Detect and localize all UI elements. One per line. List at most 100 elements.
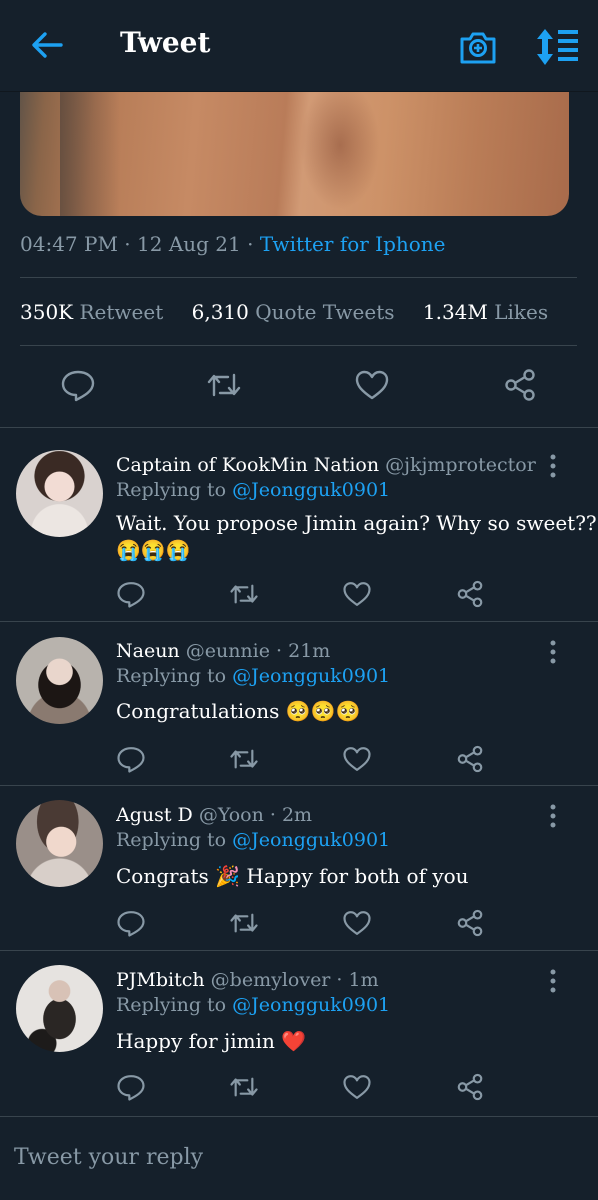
reply-text-emoji: 😭😭😭 [116,538,191,562]
comment-icon [117,747,145,773]
replying-to: Replying to @Jeongguk0901 [116,665,391,687]
share-button[interactable] [455,579,485,609]
reply-button[interactable] [116,579,146,609]
share-icon [505,369,535,401]
reply-text: Happy for jimin ❤️ [116,1029,307,1053]
share-button[interactable] [455,744,485,774]
retweet-icon [207,373,241,397]
reply-button[interactable] [116,744,146,774]
reply-author-handle: @Yoon · 2m [198,804,313,826]
reply-compose-bar [0,1116,598,1200]
retweet-icon [230,749,258,769]
avatar[interactable] [16,800,103,887]
like-button[interactable] [342,579,372,609]
reply-author-name[interactable]: Agust D [116,804,193,826]
comment-icon [117,1075,145,1101]
mention-link[interactable]: @Jeongguk0901 [232,665,390,687]
back-button[interactable] [30,28,64,62]
reply-header: PJMbitch @bemylover · 1m [116,969,536,991]
tweet-stats: 350K Retweet 6,310 Quote Tweets 1.34M Li… [20,300,570,324]
share-button[interactable] [455,1072,485,1102]
share-icon [457,745,483,773]
reply-input[interactable] [14,1137,574,1177]
tweet-meta: 04:47 PM · 12 Aug 21 · Twitter for Iphon… [20,232,446,256]
share-button[interactable] [455,908,485,938]
mention-link[interactable]: @Jeongguk0901 [232,829,390,851]
tweet-time: 04:47 PM [20,232,118,256]
reply-author-name[interactable]: Naeun [116,640,180,662]
like-button[interactable] [342,744,372,774]
retweet-stat[interactable]: 350K Retweet [20,300,192,324]
retweet-icon [230,913,258,933]
reply-actions [0,744,598,784]
share-button[interactable] [502,367,538,403]
mention-link[interactable]: @Jeongguk0901 [232,479,390,501]
avatar[interactable] [16,637,103,724]
comment-icon [61,370,95,402]
reply-item[interactable]: Naeun @eunnie · 21m Replying to @Jeonggu… [0,622,598,785]
tweet-date: 12 Aug 21 [137,232,241,256]
like-button[interactable] [342,908,372,938]
more-options-icon[interactable] [546,640,560,664]
likes-stat[interactable]: 1.34M Likes [423,300,570,324]
reply-button[interactable] [116,908,146,938]
reply-item[interactable]: Captain of KookMin Nation @jkjmprotector… [0,428,598,621]
more-options-icon[interactable] [546,969,560,993]
share-icon [457,1073,483,1101]
heart-icon [355,370,389,400]
more-options-icon[interactable] [546,804,560,828]
avatar[interactable] [16,965,103,1052]
reply-actions [0,579,598,619]
share-icon [457,909,483,937]
mention-link[interactable]: @Jeongguk0901 [232,994,390,1016]
reply-header: Agust D @Yoon · 2m [116,804,536,826]
heart-icon [343,582,371,606]
divider [20,277,577,278]
page-title: Tweet [120,26,211,59]
reply-text: Congratulations 🥺🥺🥺 [116,699,361,723]
reply-button[interactable] [116,1072,146,1102]
replying-to: Replying to @Jeongguk0901 [116,479,391,501]
tweet-actions [0,367,598,407]
like-button[interactable] [354,367,390,403]
reply-header: Captain of KookMin Nation @jkjmprotector… [116,454,536,476]
comment-icon [117,582,145,608]
camera-button[interactable] [458,27,498,67]
reply-button[interactable] [60,367,96,403]
heart-icon [343,747,371,771]
tweet-source-link[interactable]: Twitter for Iphone [260,232,446,256]
retweet-button[interactable] [229,744,259,774]
divider [20,345,577,346]
retweet-button[interactable] [229,1072,259,1102]
retweet-button[interactable] [229,579,259,609]
avatar[interactable] [16,450,103,537]
top-app-bar: Tweet [0,0,598,92]
reply-author-handle: @jkjmprotector · ... [385,454,536,476]
comment-icon [117,911,145,937]
reply-author-name[interactable]: PJMbitch [116,969,205,991]
retweet-icon [230,1077,258,1097]
camera-plus-icon [460,32,496,64]
share-icon [457,580,483,608]
reply-author-name[interactable]: Captain of KookMin Nation [116,454,379,476]
retweet-button[interactable] [229,908,259,938]
retweet-icon [230,584,258,604]
reply-actions [0,1072,598,1112]
replying-to: Replying to @Jeongguk0901 [116,829,391,851]
reply-author-handle: @eunnie · 21m [185,640,331,662]
reply-text: Wait. You propose Jimin again? Why so sw… [116,511,597,535]
reply-item[interactable]: PJMbitch @bemylover · 1m Replying to @Je… [0,951,598,1115]
heart-icon [343,1075,371,1099]
quote-stat[interactable]: 6,310 Quote Tweets [192,300,423,324]
like-button[interactable] [342,1072,372,1102]
more-options-icon[interactable] [546,454,560,478]
reply-item[interactable]: Agust D @Yoon · 2m Replying to @Jeongguk… [0,786,598,950]
reply-author-handle: @bemylover · 1m [210,969,379,991]
reply-actions [0,908,598,948]
reply-header: Naeun @eunnie · 21m [116,640,536,662]
reply-text: Congrats 🎉 Happy for both of you [116,864,469,888]
arrow-left-icon [32,32,63,58]
replying-to: Replying to @Jeongguk0901 [116,994,391,1016]
retweet-button[interactable] [206,367,242,403]
sort-button[interactable] [534,27,580,67]
